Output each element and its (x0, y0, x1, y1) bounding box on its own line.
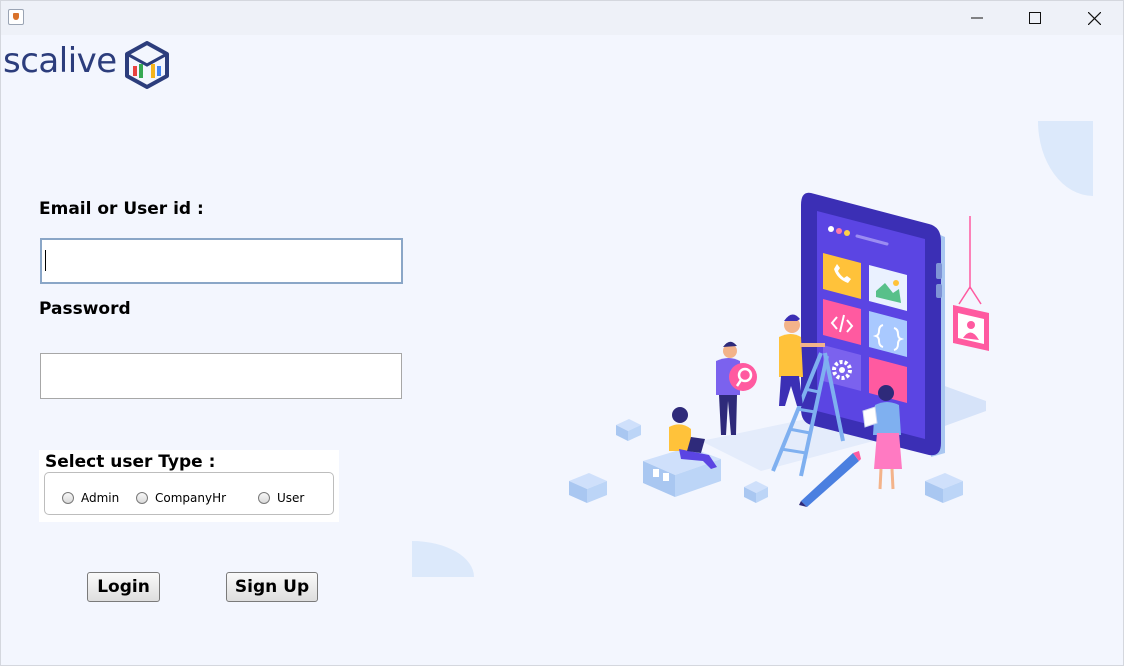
decor-cube (569, 473, 607, 503)
app-development-illustration (412, 121, 1093, 577)
decor-cube (744, 481, 768, 503)
decor-cube (616, 419, 641, 441)
login-window: scalive Email or User id : Password Sele… (0, 0, 1124, 666)
decor-cube (925, 473, 963, 503)
